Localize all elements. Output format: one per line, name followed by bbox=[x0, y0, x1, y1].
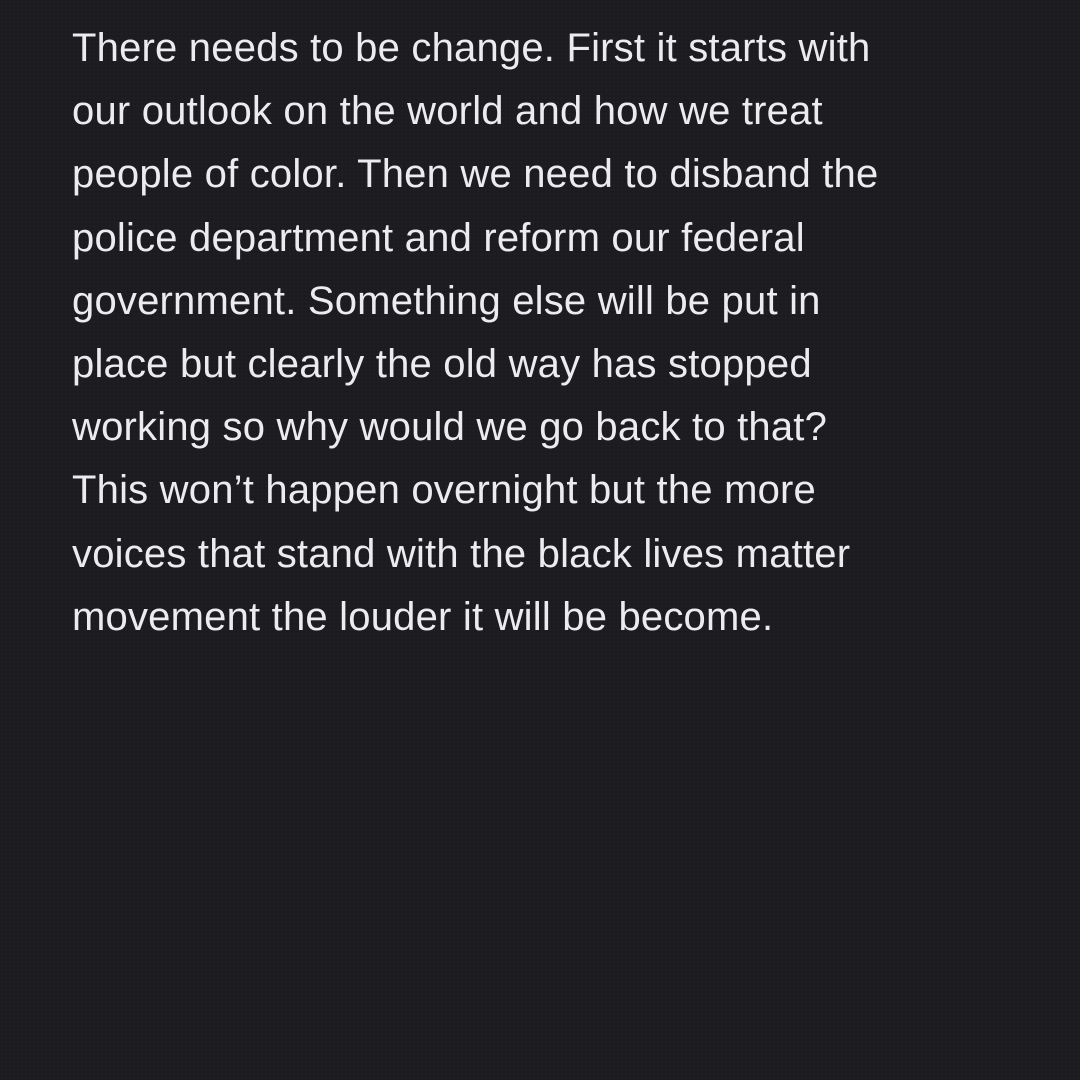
note-line: This won’t happen overnight but the more bbox=[72, 468, 816, 513]
note-body[interactable]: There needs to be change. First it start… bbox=[72, 17, 878, 649]
note-line: people of color. Then we need to disband… bbox=[72, 152, 879, 197]
note-line: our outlook on the world and how we trea… bbox=[72, 89, 823, 134]
note-line: working so why would we go back to that? bbox=[72, 405, 828, 450]
note-line: movement the louder it will be become. bbox=[72, 594, 774, 639]
note-line: police department and reform our federal bbox=[72, 215, 805, 260]
note-line: place but clearly the old way has stoppe… bbox=[72, 342, 812, 387]
note-line: There needs to be change. First it start… bbox=[72, 26, 871, 70]
note-line: voices that stand with the black lives m… bbox=[72, 531, 851, 576]
note-line: government. Something else will be put i… bbox=[72, 278, 821, 323]
